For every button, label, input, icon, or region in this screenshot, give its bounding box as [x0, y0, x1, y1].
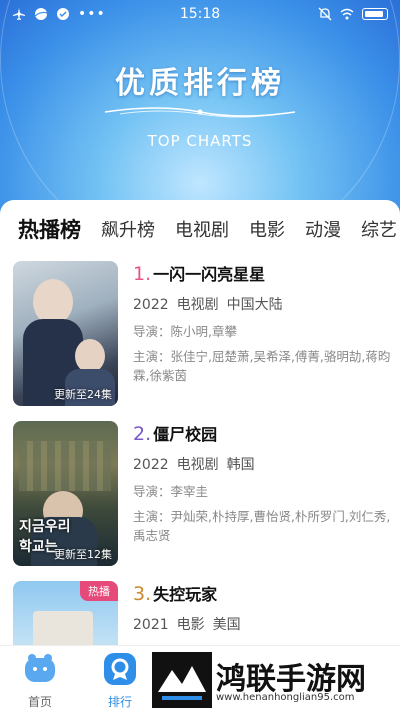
page-subtitle: TOP CHARTS	[147, 132, 253, 150]
item-meta: 2021 电影 美国	[133, 614, 393, 634]
clock: 15:18	[179, 6, 221, 22]
airplane-mode-icon	[13, 8, 25, 20]
item-title[interactable]: 一闪一闪亮星星	[153, 261, 265, 285]
rank-number: 2.	[133, 423, 152, 445]
ranking-panel: 热播榜 飙升榜 电视剧 电影 动漫 综艺 更新至24集 1. 一闪一闪亮星星 2…	[0, 200, 400, 645]
cast-line: 主演：张佳宁,屈楚萧,吴希泽,傅菁,骆明劼,蒋昀霖,徐紫茵	[133, 347, 393, 385]
poster-image[interactable]: 热播	[13, 581, 118, 645]
poster-image[interactable]: 更新至24集	[13, 261, 118, 406]
cast-label: 主演：	[133, 349, 171, 364]
item-meta: 2022 电视剧 中国大陆	[133, 294, 393, 314]
tab-rising[interactable]: 飙升榜	[101, 216, 155, 242]
watermark-url: www.henanhonglian95.com	[216, 692, 355, 703]
item-year: 2021	[133, 617, 169, 633]
nav-ranking-label: 排行	[107, 695, 132, 709]
item-year: 2022	[133, 297, 169, 313]
check-circle-icon	[57, 8, 69, 20]
item-year: 2022	[133, 457, 169, 473]
list-item[interactable]: 热播 3. 失控玩家 2021 电影 美国	[13, 581, 393, 645]
item-meta: 2022 电视剧 韩国	[133, 454, 393, 474]
director-label: 导演：	[133, 484, 171, 499]
director-names: 李宰圭	[170, 484, 209, 499]
cast-label: 主演：	[133, 509, 171, 524]
tab-hot[interactable]: 热播榜	[18, 214, 81, 244]
nav-home[interactable]: 首页	[10, 652, 70, 710]
watermark-logo	[152, 652, 212, 708]
ranking-icon	[104, 653, 136, 685]
nav-home-label: 首页	[27, 695, 52, 709]
item-region: 美国	[212, 617, 241, 633]
item-title[interactable]: 失控玩家	[153, 581, 217, 605]
director-line: 导演：陈小明,章攀	[133, 322, 393, 341]
hot-badge: 热播	[80, 581, 118, 601]
home-icon	[25, 654, 55, 682]
director-label: 导演：	[133, 324, 171, 339]
rank-number: 3.	[133, 583, 152, 605]
rank-number: 1.	[133, 263, 152, 285]
title-ornament	[104, 107, 296, 118]
tab-variety[interactable]: 综艺	[361, 216, 397, 242]
director-names: 陈小明,章攀	[170, 324, 237, 339]
item-type: 电视剧	[176, 297, 219, 313]
category-tabs: 热播榜 飙升榜 电视剧 电影 动漫 综艺	[0, 212, 400, 246]
item-type: 电视剧	[176, 457, 219, 473]
page-title: 优质排行榜	[115, 66, 285, 101]
battery-icon	[362, 8, 388, 20]
header-banner: ••• 15:18 优质排行榜 TOP CHARTS	[0, 0, 400, 215]
item-region: 韩国	[226, 457, 255, 473]
item-region: 中国大陆	[226, 297, 283, 313]
episode-caption: 更新至24集	[54, 388, 112, 401]
tab-anime[interactable]: 动漫	[305, 216, 341, 242]
item-type: 电影	[176, 617, 205, 633]
mute-icon	[318, 7, 332, 21]
cast-names: 张佳宁,屈楚萧,吴希泽,傅菁,骆明劼,蒋昀霖,徐紫茵	[133, 349, 391, 383]
tab-movies[interactable]: 电影	[249, 216, 285, 242]
director-line: 导演：李宰圭	[133, 482, 393, 501]
status-bar: ••• 15:18	[0, 0, 400, 28]
watermark: 鸿联手游网 www.henanhonglian95.com	[152, 650, 400, 711]
list-item[interactable]: 更新至24集 1. 一闪一闪亮星星 2022 电视剧 中国大陆 导演：陈小明,章攀 …	[13, 261, 393, 406]
nav-ranking[interactable]: 排行	[90, 652, 150, 710]
episode-caption: 更新至12集	[54, 548, 112, 561]
more-icon: •••	[78, 6, 106, 22]
cast-line: 主演：尹灿荣,朴持厚,曹怡贤,朴所罗门,刘仁秀,禹志贤	[133, 507, 393, 545]
cast-names: 尹灿荣,朴持厚,曹怡贤,朴所罗门,刘仁秀,禹志贤	[133, 509, 391, 543]
wifi-icon	[340, 8, 354, 20]
list-item[interactable]: 지금우리 학교는 更新至12集 2. 僵尸校园 2022 电视剧 韩国 导演：李宰圭 …	[13, 421, 393, 566]
poster-image[interactable]: 지금우리 학교는 更新至12集	[13, 421, 118, 566]
planet-icon	[34, 8, 48, 20]
tab-tv-series[interactable]: 电视剧	[175, 216, 229, 242]
item-title[interactable]: 僵尸校园	[153, 421, 217, 445]
